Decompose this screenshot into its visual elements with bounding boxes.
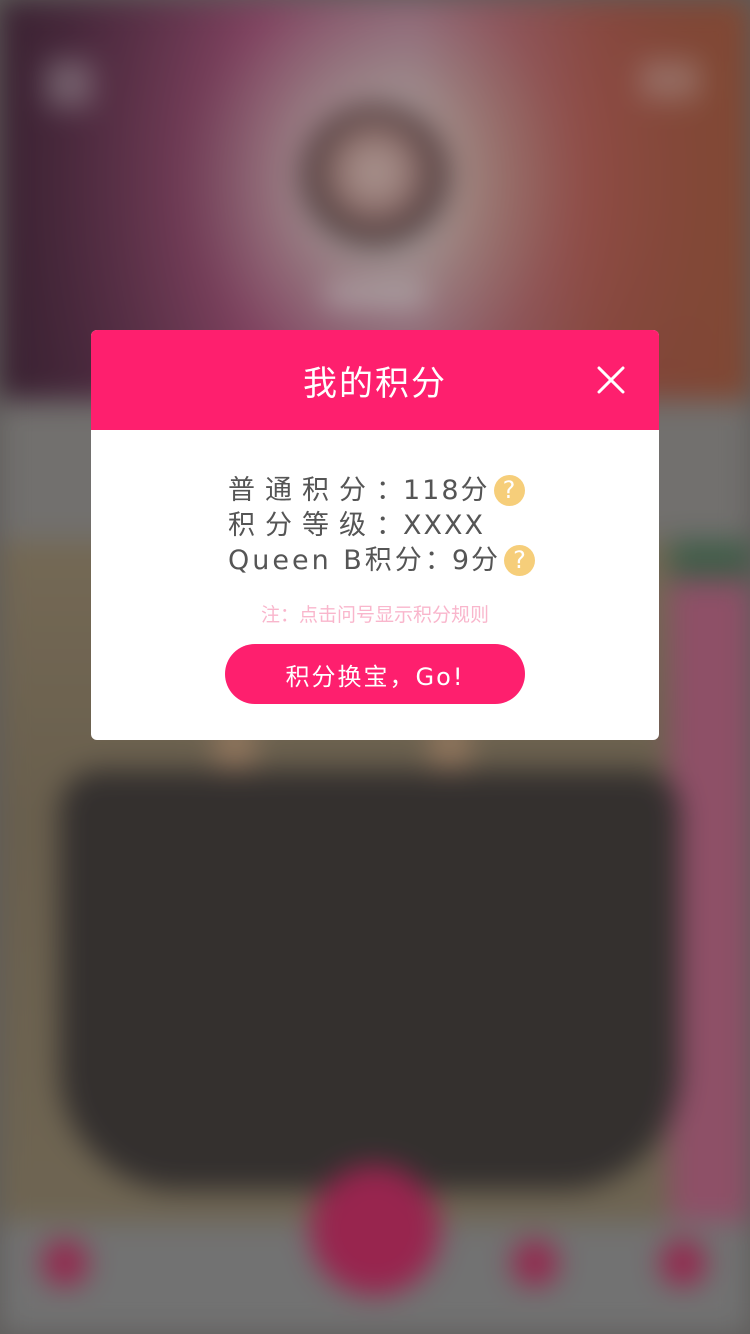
points-row-label: 普通积分 bbox=[228, 475, 376, 506]
help-icon[interactable]: ? bbox=[493, 475, 525, 506]
points-row-separator: ： bbox=[424, 545, 452, 576]
points-row-level: 积分等级： XXXX bbox=[228, 508, 535, 543]
modal-header: 我的积分 bbox=[91, 330, 659, 430]
points-row-label: Queen B积分 bbox=[228, 545, 425, 576]
help-icon[interactable]: ? bbox=[504, 545, 535, 576]
points-row-value: 9分 bbox=[451, 545, 500, 576]
points-row-label: 积分等级 bbox=[228, 510, 376, 541]
points-row-regular: 普通积分： 118分? bbox=[228, 473, 535, 508]
modal-title: 我的积分 bbox=[303, 363, 447, 404]
points-row-separator: ： bbox=[376, 510, 403, 541]
redeem-go-button[interactable]: 积分换宝，Go! bbox=[225, 644, 525, 704]
points-row-value: 118分 bbox=[403, 475, 490, 506]
points-rule-note: 注：点击问号显示积分规则 bbox=[260, 604, 489, 626]
points-modal: 我的积分 普通积分： 118分? 积分等级： XXXX Queen B积分： 9分? … bbox=[91, 330, 659, 740]
points-list: 普通积分： 118分? 积分等级： XXXX Queen B积分： 9分? bbox=[228, 473, 535, 578]
close-button[interactable] bbox=[591, 360, 631, 400]
close-icon bbox=[597, 366, 625, 394]
points-row-value: XXXX bbox=[403, 510, 485, 541]
points-row-queen-b: Queen B积分： 9分? bbox=[228, 543, 535, 578]
points-row-separator: ： bbox=[376, 475, 403, 506]
